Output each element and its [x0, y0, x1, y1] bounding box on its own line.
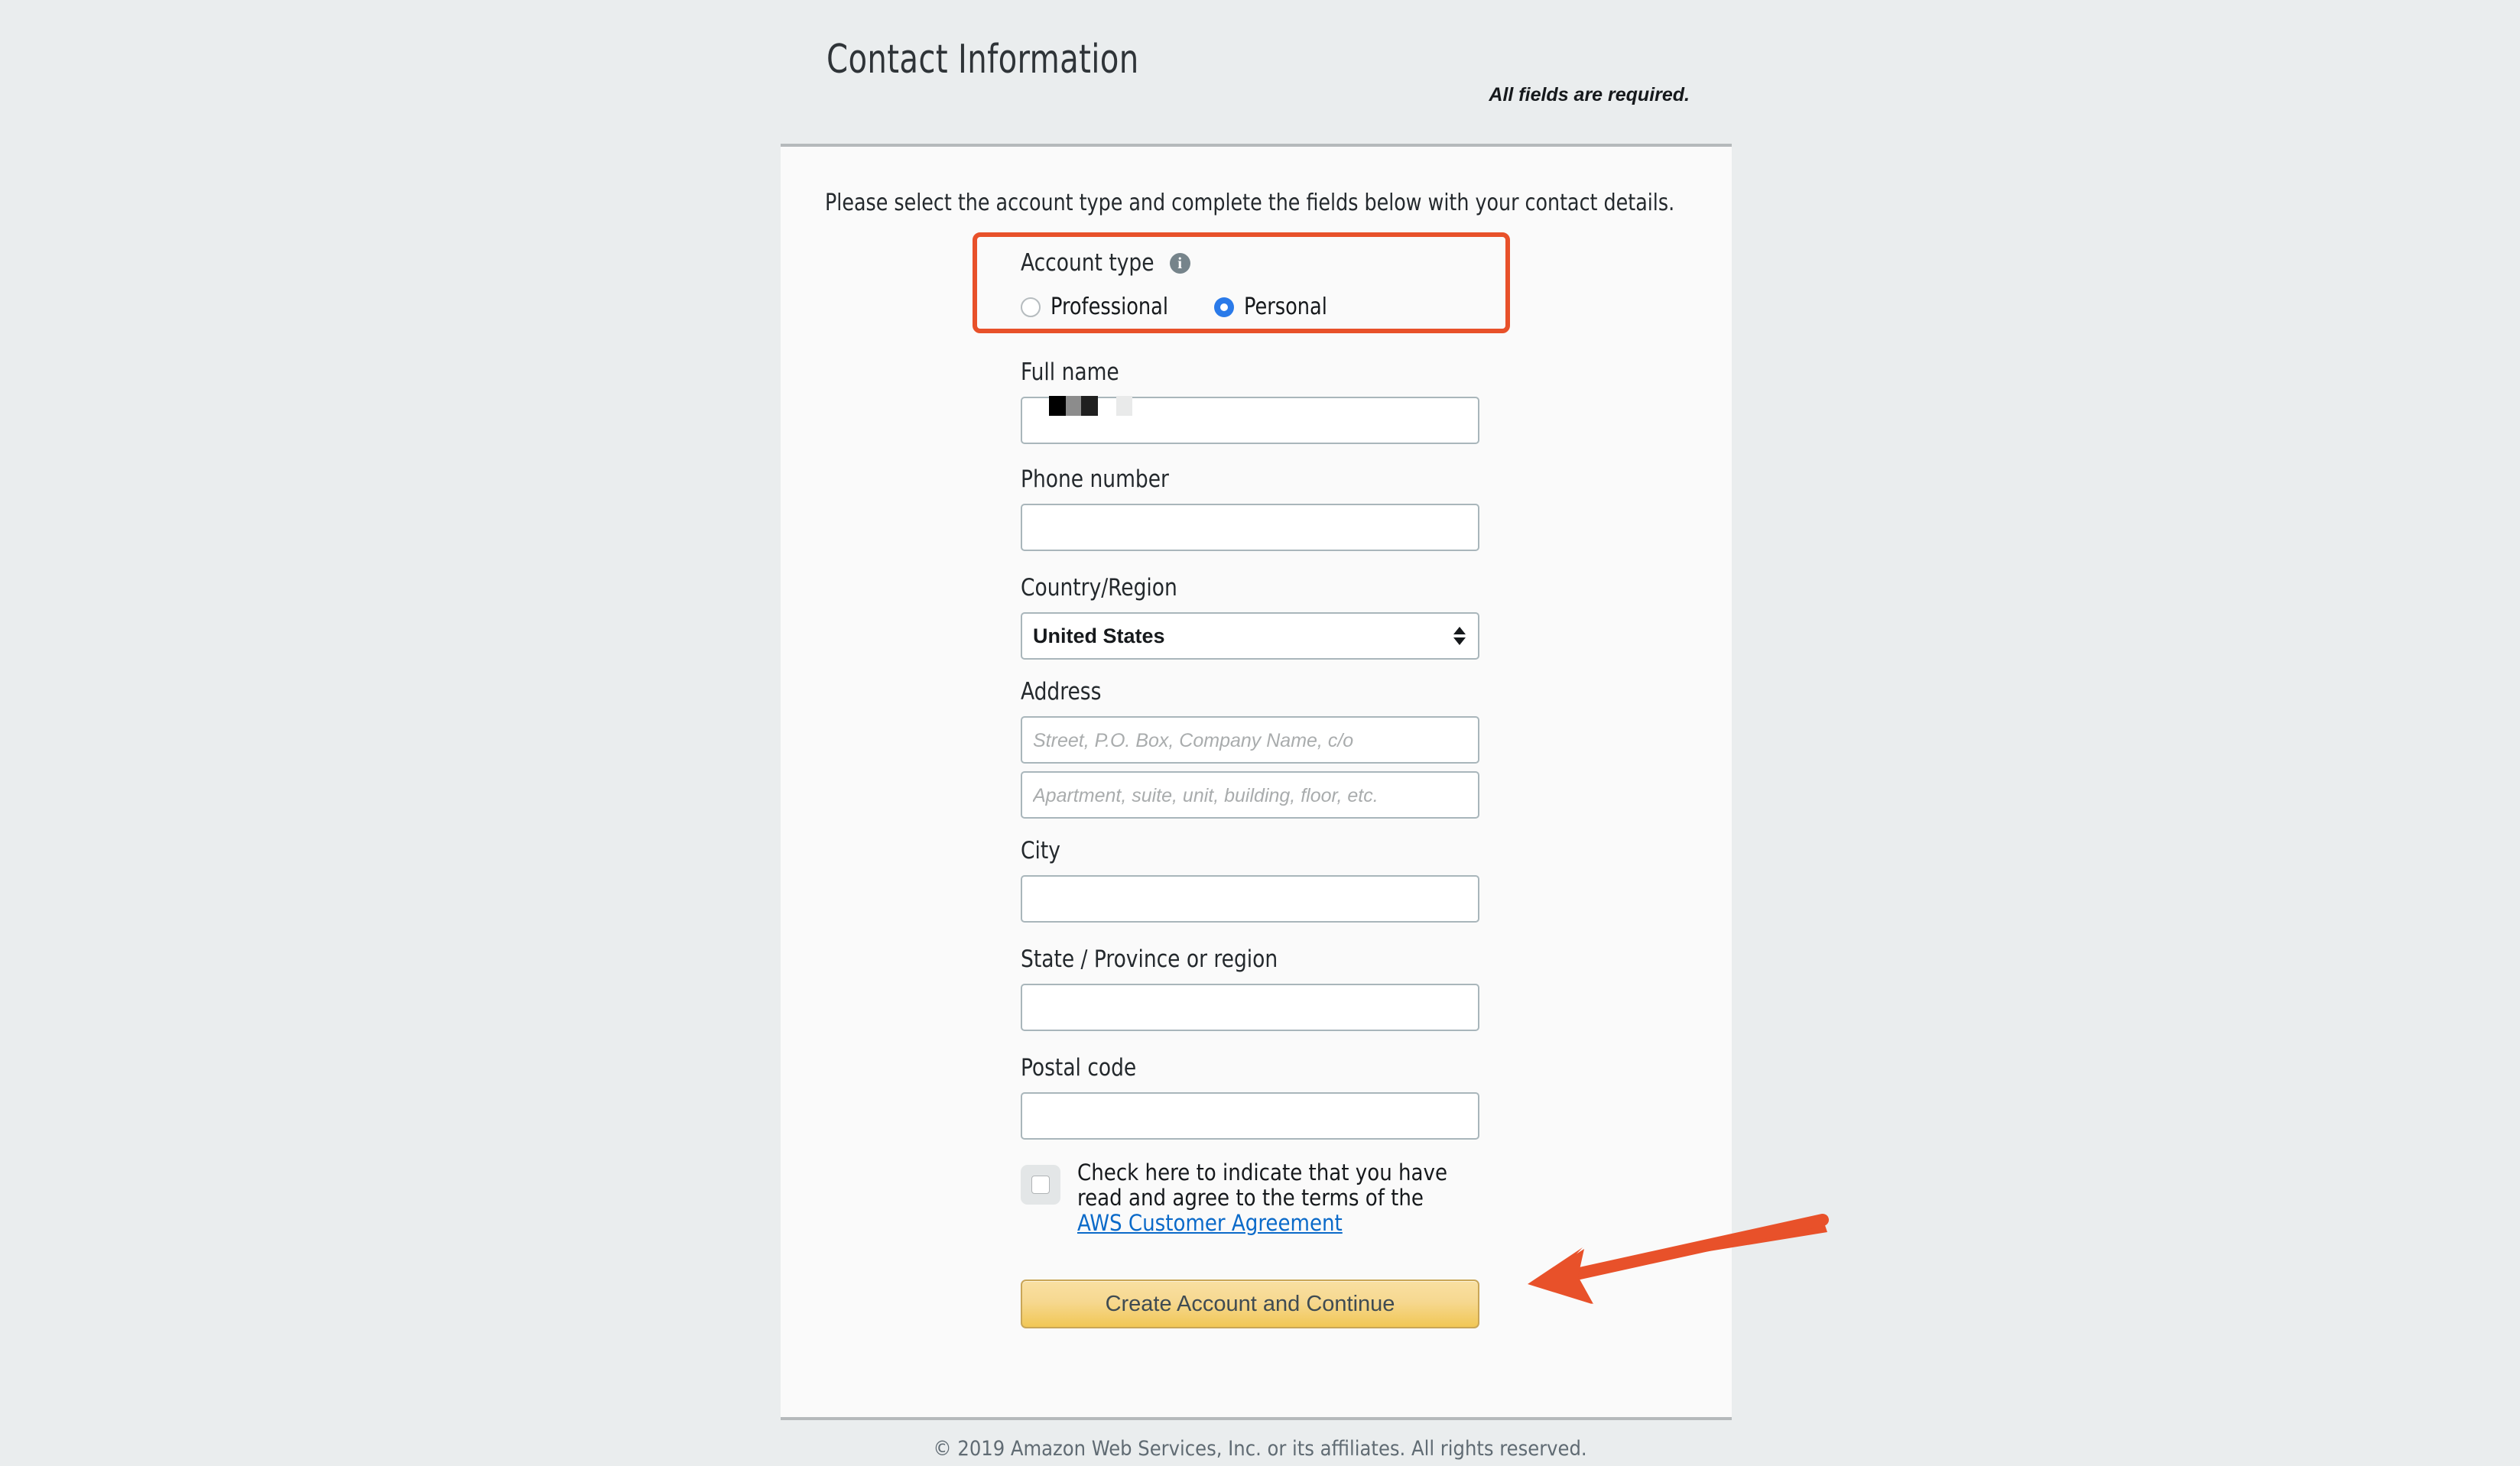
info-icon[interactable]: i [1169, 252, 1190, 274]
radio-label-professional: Professional [1051, 294, 1168, 320]
radio-label-personal: Personal [1244, 294, 1327, 320]
full-name-label: Full name [1021, 358, 1119, 386]
postal-code-input[interactable] [1021, 1092, 1479, 1140]
radio-dot-personal[interactable] [1214, 297, 1235, 317]
postal-code-label: Postal code [1021, 1054, 1137, 1082]
redaction-block [1081, 396, 1098, 416]
agreement-text: Check here to indicate that you have rea… [1077, 1160, 1467, 1236]
agreement-checkbox-shell[interactable] [1021, 1165, 1060, 1205]
phone-number-label: Phone number [1021, 465, 1169, 493]
city-label: City [1021, 837, 1060, 864]
intro-instruction-text: Please select the account type and compl… [825, 190, 1675, 216]
chevron-down-icon [1453, 637, 1466, 645]
redaction-gap [1098, 396, 1116, 416]
footer-copyright: © 2019 Amazon Web Services, Inc. or its … [933, 1437, 1587, 1461]
account-type-radio-row: Professional Personal [1021, 294, 1495, 320]
radio-option-personal[interactable]: Personal [1214, 294, 1332, 320]
address-label: Address [1021, 678, 1102, 705]
address-line1-input[interactable] [1021, 716, 1479, 764]
city-field-group: City [1021, 839, 1479, 923]
agreement-text-body: Check here to indicate that you have rea… [1077, 1160, 1448, 1211]
required-fields-note: All fields are required. [1489, 84, 1690, 105]
redaction-block [1066, 396, 1081, 416]
chevron-up-icon [1453, 627, 1466, 634]
redaction-block [1116, 396, 1132, 416]
select-stepper-arrows-icon[interactable] [1453, 627, 1466, 645]
address-field-group: Address [1021, 680, 1479, 819]
page-title: Contact Information [826, 37, 1139, 83]
agreement-row[interactable]: Check here to indicate that you have rea… [1021, 1160, 1495, 1236]
country-region-select[interactable]: United States [1021, 612, 1479, 660]
country-region-field-group: Country/Region United States [1021, 576, 1479, 660]
radio-option-professional[interactable]: Professional [1021, 294, 1174, 320]
account-type-group: Account type i Professional Personal [1021, 249, 1495, 320]
phone-number-field-group: Phone number [1021, 468, 1479, 551]
radio-dot-professional[interactable] [1021, 297, 1041, 317]
country-region-selected-value: United States [1033, 624, 1165, 647]
address-line2-input[interactable] [1021, 771, 1479, 819]
full-name-redaction-overlay [1049, 396, 1132, 416]
country-region-label: Country/Region [1021, 574, 1177, 602]
account-type-label: Account type [1021, 248, 1154, 277]
create-account-and-continue-button[interactable]: Create Account and Continue [1021, 1280, 1479, 1328]
postal-code-field-group: Postal code [1021, 1056, 1479, 1140]
state-province-label: State / Province or region [1021, 945, 1278, 973]
page-header: Contact Information All fields are requi… [781, 0, 1732, 144]
redaction-block [1049, 396, 1066, 416]
city-input[interactable] [1021, 875, 1479, 923]
aws-customer-agreement-link[interactable]: AWS Customer Agreement [1077, 1210, 1343, 1236]
state-province-field-group: State / Province or region [1021, 948, 1479, 1031]
agreement-checkbox[interactable] [1031, 1176, 1050, 1194]
state-province-input[interactable] [1021, 984, 1479, 1031]
phone-number-input[interactable] [1021, 504, 1479, 551]
